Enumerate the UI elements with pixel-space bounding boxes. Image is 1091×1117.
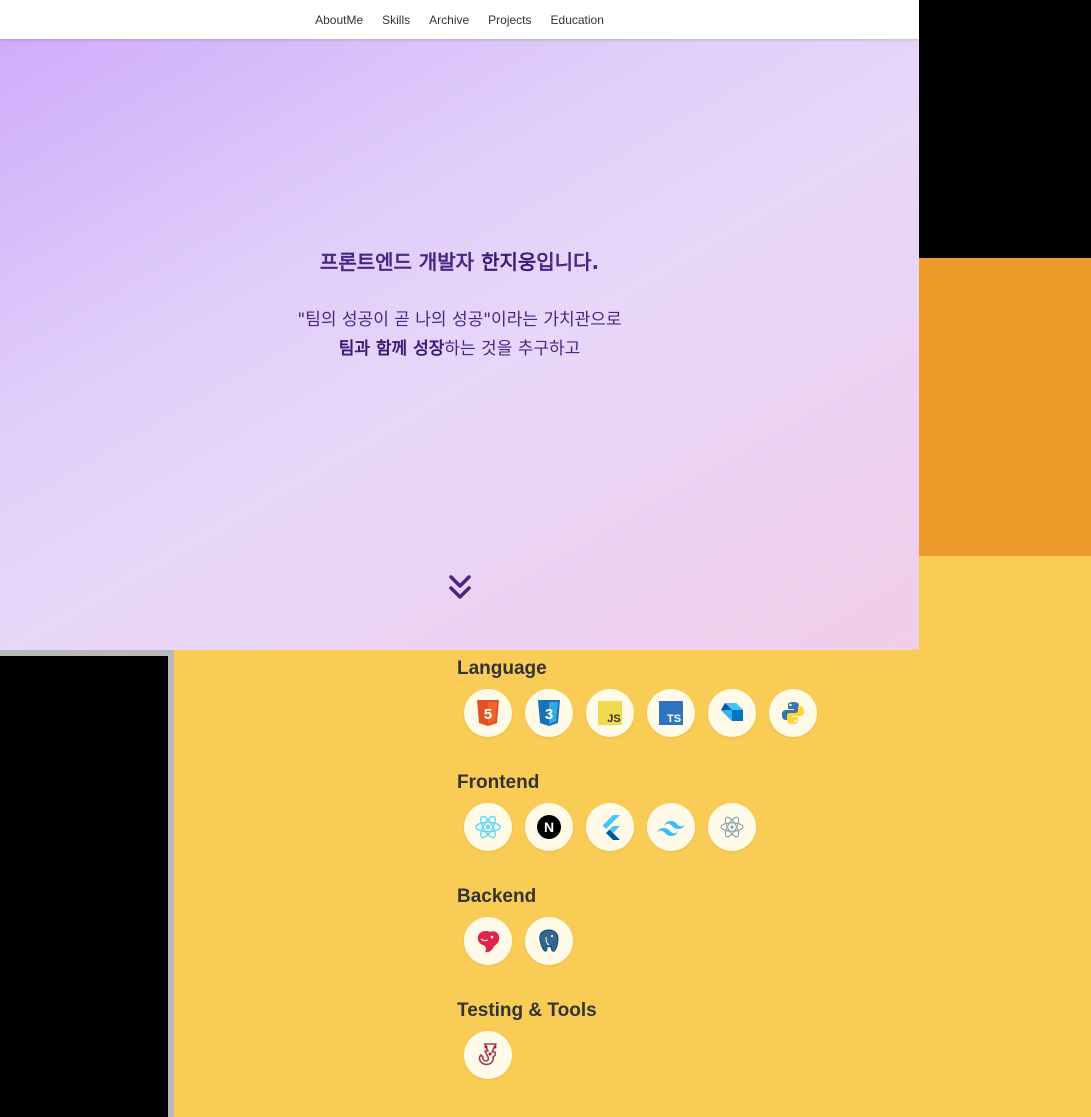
css3-number: 3	[545, 706, 553, 723]
hero-title-name: 한지웅	[481, 250, 537, 274]
background-black-bottom-left	[0, 656, 168, 1117]
css3-icon[interactable]: 3	[525, 689, 573, 737]
electron-icon[interactable]	[708, 803, 756, 851]
nav-item-aboutme[interactable]: AboutMe	[315, 13, 363, 27]
background-black-top-right	[919, 0, 1091, 258]
icon-row-backend	[464, 917, 573, 965]
category-title-frontend: Frontend	[457, 772, 540, 793]
javascript-icon[interactable]: JS	[586, 689, 634, 737]
hero-motto-line: "팀의 성공이 곧 나의 성공"이라는 가치관으로	[297, 310, 622, 330]
icon-row-testing-tools	[464, 1031, 512, 1079]
python-icon[interactable]	[769, 689, 817, 737]
nav-item-education[interactable]: Education	[551, 13, 604, 27]
postgresql-icon[interactable]	[525, 917, 573, 965]
dart-icon[interactable]	[708, 689, 756, 737]
hero-goal-emphasis: 팀과 함께 성장	[338, 339, 445, 359]
background-orange-panel	[919, 258, 1091, 556]
nav-item-archive[interactable]: Archive	[429, 13, 469, 27]
html5-number: 5	[484, 706, 492, 723]
top-nav: AboutMe Skills Archive Projects Educatio…	[0, 0, 919, 39]
html5-icon[interactable]: 5	[464, 689, 512, 737]
hero-title-prefix: 프론트엔드 개발자	[319, 250, 482, 274]
hero-section: 프론트엔드 개발자 한지웅입니다. "팀의 성공이 곧 나의 성공"이라는 가치…	[0, 0, 919, 650]
category-title-testing-tools: Testing & Tools	[457, 1000, 597, 1021]
tailwindcss-icon[interactable]	[647, 803, 695, 851]
javascript-label: JS	[607, 713, 620, 725]
category-title-backend: Backend	[457, 886, 537, 907]
nestjs-icon[interactable]	[464, 917, 512, 965]
react-icon[interactable]	[464, 803, 512, 851]
scroll-down-chevron-icon[interactable]	[447, 574, 473, 602]
nextjs-icon[interactable]: N	[525, 803, 573, 851]
background-yellow-panel	[919, 556, 1091, 1117]
icon-row-language: 5 3 JS TS	[464, 689, 817, 737]
typescript-icon[interactable]: TS	[647, 689, 695, 737]
skills-section: Language 5 3 JS TS Frontend N Backend Te…	[174, 650, 919, 1117]
hero-goal-rest: 하는 것을 추구하고	[444, 339, 581, 359]
hero-title-suffix: 입니다.	[536, 250, 600, 274]
nav-item-projects[interactable]: Projects	[488, 13, 531, 27]
typescript-label: TS	[667, 713, 681, 725]
nav-item-skills[interactable]: Skills	[382, 13, 410, 27]
icon-row-frontend: N	[464, 803, 756, 851]
flutter-icon[interactable]	[586, 803, 634, 851]
hero-title: 프론트엔드 개발자 한지웅입니다.	[0, 246, 919, 275]
nextjs-letter: N	[544, 819, 554, 835]
hero-goal-line: 팀과 함께 성장하는 것을 추구하고	[0, 334, 919, 359]
jest-icon[interactable]	[464, 1031, 512, 1079]
category-title-language: Language	[457, 658, 547, 679]
